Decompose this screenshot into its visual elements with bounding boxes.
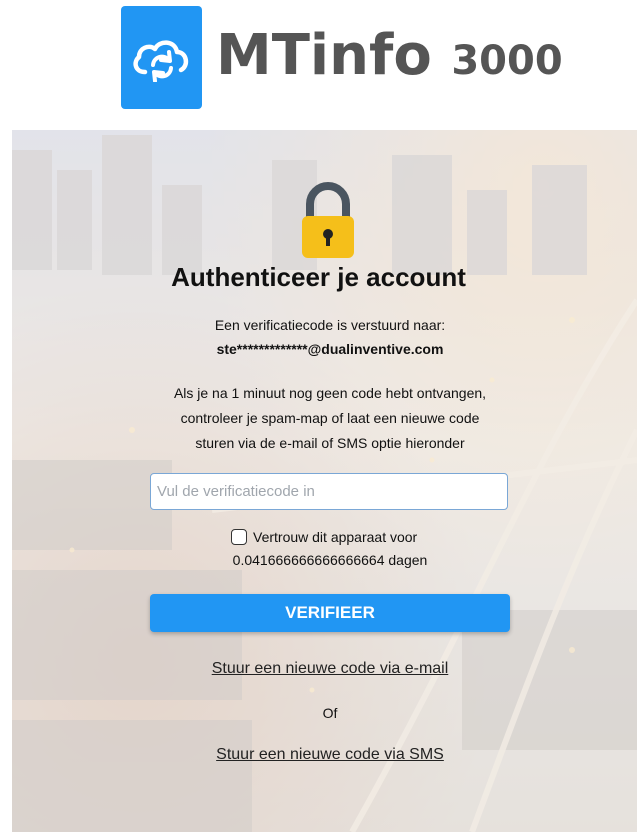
info-message: Als je na 1 minuut nog geen code hebt on… — [0, 381, 637, 456]
brand-version: 3000 — [451, 38, 563, 84]
masked-email: ste*************@dualinventive.com — [216, 341, 444, 357]
verification-code-input[interactable] — [150, 473, 508, 510]
trust-device-label: Vertrouw dit apparaat voor — [253, 529, 418, 545]
info-line: sturen via de e-mail of SMS optie hieron… — [195, 435, 465, 451]
trust-device-row: Vertrouw dit apparaat voor — [231, 527, 417, 547]
or-separator: Of — [322, 705, 338, 721]
verify-button[interactable]: VERIFIEER — [150, 594, 510, 632]
trust-device-duration: 0.041666666666666664 dagen — [232, 552, 428, 568]
info-line: controleer je spam-map of laat een nieuw… — [180, 410, 480, 426]
cloud-sync-icon — [121, 6, 202, 109]
lock-icon — [302, 182, 354, 263]
resend-sms-link[interactable]: Stuur een nieuwe code via SMS — [0, 746, 637, 764]
header: MTinfo 3000 — [0, 0, 637, 130]
sent-message: Een verificatiecode is verstuurd naar: — [214, 317, 446, 333]
trust-device-checkbox[interactable] — [231, 529, 247, 545]
page-title: Authenticeer je account — [171, 262, 466, 292]
brand-logo-text: MTinfo 3000 — [216, 28, 563, 84]
info-line: Als je na 1 minuut nog geen code hebt on… — [173, 385, 487, 401]
login-page: MTinfo 3000 Authenticeer je account Een … — [0, 0, 637, 832]
resend-email-link[interactable]: Stuur een nieuwe code via e-mail — [0, 660, 637, 678]
brand-name: MTinfo — [216, 23, 432, 88]
